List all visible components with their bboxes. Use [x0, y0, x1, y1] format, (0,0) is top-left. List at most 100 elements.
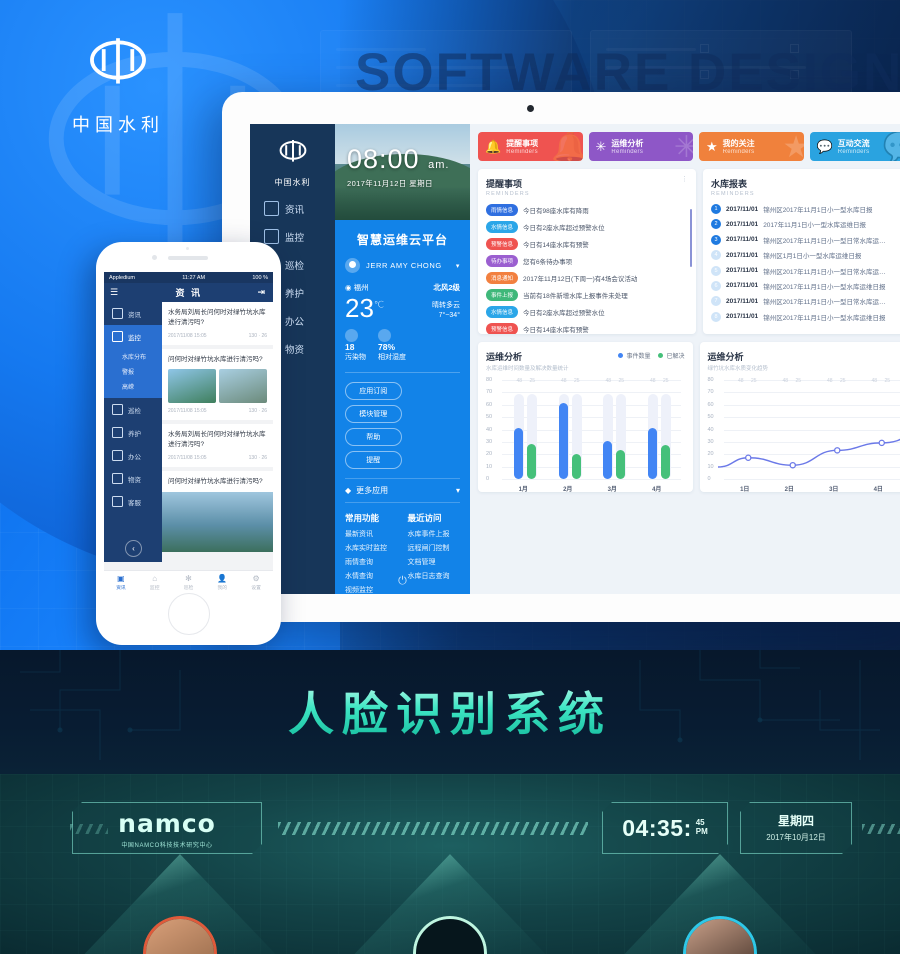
common-link[interactable]: 水库实时监控: [345, 543, 398, 553]
data-point[interactable]: [789, 461, 796, 469]
submenu-item-alarm[interactable]: 警报: [104, 364, 162, 379]
power-icon[interactable]: ⏻: [335, 575, 470, 588]
data-point[interactable]: [877, 439, 885, 447]
submenu-item-distribution[interactable]: 水库分布: [104, 349, 162, 364]
chip-reminder[interactable]: 提醒: [345, 451, 402, 469]
chip-help[interactable]: 帮助: [345, 428, 402, 446]
tab-analysis[interactable]: ✳ ✳ 运维分析 Reminders: [588, 132, 693, 161]
tab-my-focus[interactable]: ★ ★ 我的关注 Reminders: [699, 132, 804, 161]
more-vertical-icon[interactable]: ⋮: [681, 176, 688, 183]
bar-已解决[interactable]: [660, 445, 670, 479]
menu-item-office[interactable]: 办公: [104, 444, 162, 467]
line-series: [717, 438, 900, 469]
bar-事件数量[interactable]: [558, 402, 568, 479]
news-icon: [112, 308, 123, 319]
tablet-logo-label: 中国水利: [274, 178, 311, 187]
apps-icon: ◆: [345, 486, 352, 495]
row-text: 锦州区2017年11月1日小一型水库运维日报: [763, 314, 886, 322]
menu-item-maintenance[interactable]: 养护: [104, 421, 162, 444]
menu-item-service[interactable]: 客服: [104, 490, 162, 513]
menu-item-news[interactable]: 资讯: [104, 302, 162, 325]
status-badge: 事件上报: [486, 289, 519, 301]
submenu-item-gaorong[interactable]: 高嵘: [104, 379, 162, 394]
list-item[interactable]: 预警信息 今日有14座水库有预警: [486, 238, 688, 250]
table-row[interactable]: 3 2017/11/01 锦州区2017年11月1日小一型日常水库运…: [711, 234, 900, 245]
tablet-nav-item-news[interactable]: 资讯: [264, 201, 335, 216]
menu-item-inspection[interactable]: 巡检: [104, 398, 162, 421]
chart-subtitle: 水库运维时间数量及解决数量统计: [486, 366, 569, 372]
chip-module-manage[interactable]: 模块管理: [345, 405, 402, 423]
table-row[interactable]: 6 2017/11/01 锦州区2017年11月1日小一型水库运维日报: [711, 280, 900, 291]
scrollbar[interactable]: [690, 209, 692, 267]
bar-已解决[interactable]: [616, 450, 626, 479]
tablet-clock: 08:00 am. 2017年11月12日 星期日: [347, 146, 449, 189]
menu-item-material[interactable]: 物资: [104, 467, 162, 490]
legend-swatch: [618, 353, 624, 358]
table-row[interactable]: 4 2017/11/01 锦州区1月1日小一型水库运维日报: [711, 250, 900, 261]
chip-app-subscribe[interactable]: 应用订阅: [345, 382, 402, 400]
common-link[interactable]: 最新资讯: [345, 529, 398, 539]
ghost-bar-label: 48: [560, 378, 567, 384]
phone-submenu: 水库分布 警报 高嵘: [104, 348, 162, 398]
views-count: 130: [248, 408, 257, 415]
data-point[interactable]: [833, 447, 841, 454]
bar-事件数量[interactable]: [603, 440, 613, 479]
status-time: 11:27 AM: [182, 274, 206, 281]
list-item[interactable]: 水情信息 今日有2座水库超过预警水位: [486, 306, 688, 318]
menu-item-monitor[interactable]: 监控: [104, 325, 162, 348]
common-link[interactable]: 雨情查询: [345, 557, 398, 567]
table-row[interactable]: 1 2017/11/01 锦州区2017年11月1日小一型水库日报: [711, 204, 900, 214]
table-row[interactable]: 5 2017/11/01 锦州区2017年11月1日小一型日常水库运…: [711, 265, 900, 276]
list-item[interactable]: 预警信息 今日有14座水库有预警: [486, 323, 688, 334]
avatar: [345, 258, 360, 273]
bar-已解决[interactable]: [527, 443, 537, 479]
tab-label: 互动交流: [837, 139, 870, 148]
user-selector[interactable]: JERR AMY CHONG ▾: [345, 258, 460, 273]
tab-monitor[interactable]: ⌂ 监控: [138, 571, 172, 593]
tab-profile[interactable]: 👤 我的: [205, 571, 239, 593]
bar-事件数量[interactable]: [514, 428, 524, 479]
y-axis-tick: 10: [486, 463, 493, 470]
tab-sub: Reminders: [722, 149, 755, 155]
feed-thumbnails: [168, 369, 267, 404]
tab-settings[interactable]: ⚙ 设置: [239, 571, 273, 593]
list-item[interactable]: 雨情信息 今日有98座水库有降雨: [486, 204, 688, 216]
list-item[interactable]: 水情信息 今日有2座水库超过预警水位: [486, 221, 688, 233]
tab-reminders[interactable]: 🔔 🔔 提醒事项 Reminders: [478, 132, 583, 161]
list-item[interactable]: 问何时对绿竹坑水库进行清污吗? 2017/11/08 15:05 130 · 2…: [162, 348, 273, 421]
tab-label: 资讯: [116, 586, 126, 591]
bar-事件数量[interactable]: [647, 428, 657, 479]
back-icon[interactable]: ‹: [125, 540, 142, 557]
menu-label: 办公: [128, 453, 141, 461]
bar-已解决[interactable]: [571, 453, 581, 479]
humidity-label: 相对湿度: [378, 354, 406, 361]
tablet-mockup: 中国水利 资讯 监控 巡检 养护 办公 物资 08:00 am. 2017年11…: [222, 92, 900, 622]
tab-inspection[interactable]: ✻ 巡检: [172, 571, 206, 593]
tab-interaction[interactable]: 💬 💬 互动交流 Reminders: [809, 132, 900, 161]
recent-link[interactable]: 水库事件上报: [408, 529, 461, 539]
hamburger-icon[interactable]: ☰: [110, 287, 120, 298]
list-item[interactable]: 事件上报 当前有18件新增水库上报事件未处理: [486, 289, 688, 301]
list-item[interactable]: 问何时对绿竹坑水库进行清污吗?: [162, 470, 273, 552]
recent-link[interactable]: 文档管理: [408, 557, 461, 567]
hatch-decoration-center: [278, 822, 588, 835]
list-item[interactable]: 待办事项 您有6条待办事项: [486, 255, 688, 267]
table-row[interactable]: 7 2017/11/01 锦州区2017年11月1日小一型日常水库运…: [711, 296, 900, 307]
exit-icon[interactable]: ⇥: [257, 287, 267, 298]
pollutant-label: 污染物: [345, 354, 366, 361]
table-row[interactable]: 8 2017/11/01 锦州区2017年11月1日小一型水库运维日报: [711, 311, 900, 322]
ghost-bar-label: 25: [573, 378, 580, 384]
phone-home-button[interactable]: [168, 593, 210, 635]
feed-title: 水务局刘局长问何时对绿竹坑水库进行清污吗?: [168, 309, 266, 326]
list-item[interactable]: 消息通知 2017年11月12日(下周一)有4场会议活动: [486, 272, 688, 284]
list-item[interactable]: 水务局刘局长问何时对绿竹坑水库进行清污吗? 2017/11/08 15:05 1…: [162, 424, 273, 467]
list-item[interactable]: 水务局刘局长问何时对绿竹坑水库进行清污吗? 2017/11/08 15:05 1…: [162, 302, 273, 345]
divider: [345, 372, 460, 373]
data-point[interactable]: [744, 454, 752, 462]
more-apps-row[interactable]: ◆ 更多应用 ▾: [345, 478, 460, 503]
nav-label: 监控: [285, 232, 305, 244]
tablet-nav-item-monitor[interactable]: 监控: [264, 229, 335, 244]
recent-link[interactable]: 远程闸门控制: [408, 543, 461, 553]
tab-news[interactable]: ▣ 资讯: [104, 571, 138, 593]
table-row[interactable]: 2 2017/11/01 2017年11月1日小一型水库运维日报: [711, 219, 900, 230]
